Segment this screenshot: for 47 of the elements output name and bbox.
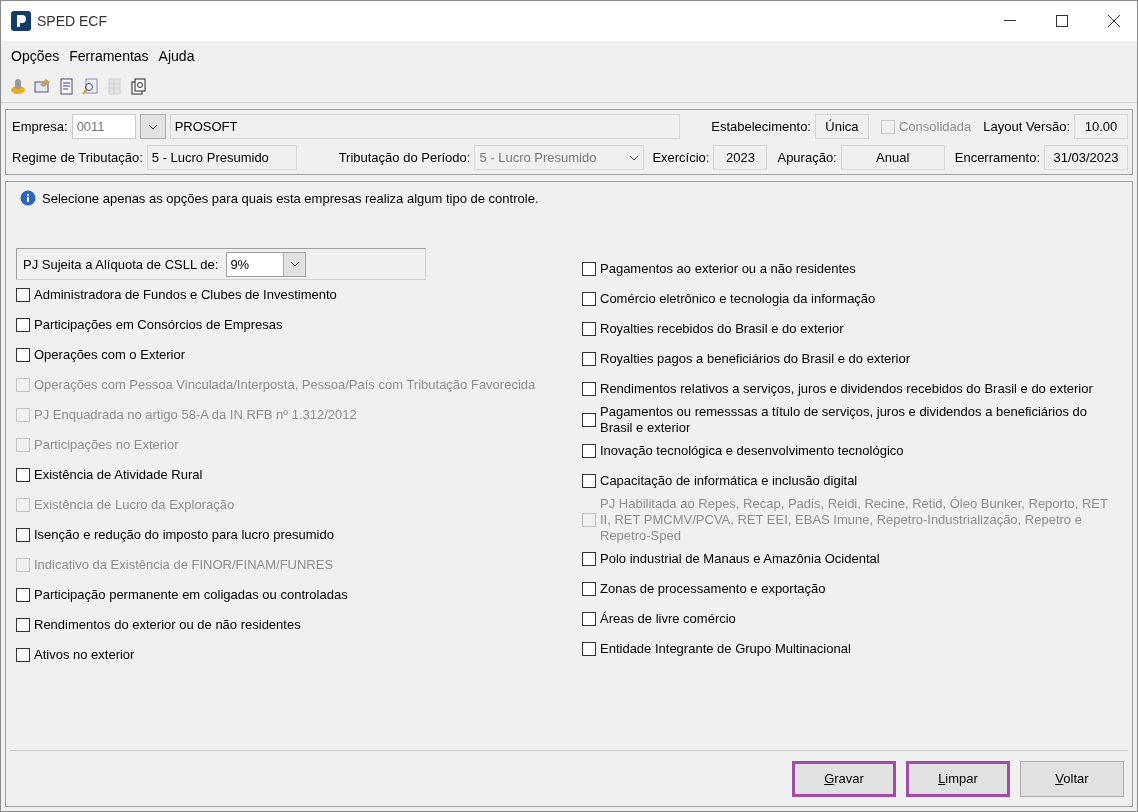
checkbox-option[interactable]: Existência de Atividade Rural (16, 460, 582, 490)
closing-date-field: 31/03/2023 (1044, 145, 1128, 170)
field-label: Encerramento: (954, 150, 1040, 165)
checkbox-option[interactable]: Operações com o Exterior (16, 340, 582, 370)
layout-version-field: 10.00 (1074, 114, 1128, 139)
checkbox-option[interactable]: Polo industrial de Manaus e Amazônia Ocidental (582, 544, 1122, 574)
checkbox-option[interactable]: Pagamentos ao exterior ou a não residentes (582, 254, 1122, 284)
window-title: SPED ECF (37, 13, 108, 29)
checkbox-option[interactable]: Participações em Consórcios de Empresas (16, 310, 582, 340)
field-label: Apuração: (777, 150, 837, 165)
field-label: Exercício: (652, 150, 710, 165)
checkbox-option[interactable]: Áreas de livre comércio (582, 604, 1122, 634)
action-button[interactable]: Gravar (792, 760, 896, 797)
menu-item[interactable]: Ajuda (154, 48, 199, 64)
checkbox-option[interactable]: Participação permanente em coligadas ou controladas (16, 580, 582, 610)
checkbox-option[interactable]: Comércio eletrônico e tecnologia da informação (582, 284, 1122, 314)
field-label: Estabelecimento: (711, 119, 811, 134)
checkbox-option[interactable]: Rendimentos relativos a serviços, juros e dividendos recebidos do Brasil e do exterior (582, 374, 1122, 404)
checkbox-option[interactable]: Capacitação de informática e inclusão digital (582, 466, 1122, 496)
checkbox-option[interactable]: Zonas de processamento e exportação (582, 574, 1122, 604)
field-label: Tributação do Período: (338, 150, 471, 165)
checkbox-option[interactable]: Royalties pagos a beneficiários do Brasil e do exterior (582, 344, 1122, 374)
field-label: Layout Versão: (983, 119, 1070, 134)
establishment-field: Única (815, 114, 869, 139)
regime-field: 5 - Lucro Presumido (146, 145, 297, 170)
field-label: PJ Sujeita a Alíquota de CSLL de: (23, 256, 219, 272)
csll-select[interactable]: 9% (226, 251, 307, 277)
checkbox-option[interactable]: Ativos no exterior (16, 640, 582, 670)
checkbox-option[interactable]: Entidade Integrante de Grupo Multinacional (582, 634, 1122, 664)
action-button[interactable]: Limpar (906, 760, 1010, 797)
checkbox-option[interactable]: Administradora de Fundos e Clubes de Investimento (16, 280, 582, 310)
action-button[interactable]: Voltar (1020, 760, 1124, 797)
year-field: 2023 (713, 145, 768, 170)
checkbox-option[interactable]: Pagamentos ou remesssas a título de serviços, juros e dividendos a beneficiários do Brasil e exterior (582, 404, 1122, 436)
checkbox-option[interactable]: Isenção e redução do imposto para lucro presumido (16, 520, 582, 550)
field-label: Regime de Tributação: (12, 150, 143, 165)
checkbox-option[interactable]: Inovação tecnológica e desenvolvimento tecnológico (582, 436, 1122, 466)
field-label: Empresa: (12, 119, 68, 134)
period-select[interactable]: 5 - Lucro Presumido (474, 145, 645, 170)
checkbox-option[interactable]: Rendimentos do exterior ou de não residentes (16, 610, 582, 640)
company-code-field[interactable]: 0011 (71, 114, 136, 139)
company-name-field: PROSOFT (169, 114, 680, 139)
checkbox-option[interactable]: Royalties recebidos do Brasil e do exterior (582, 314, 1122, 344)
menu-item[interactable]: Ferramentas (65, 48, 153, 64)
apuracao-field: Anual (840, 145, 945, 170)
menu-item[interactable]: Opções (7, 48, 64, 64)
info-text: Selecione apenas as opções para quais esta empresas realiza algum tipo de controle. (42, 190, 539, 206)
